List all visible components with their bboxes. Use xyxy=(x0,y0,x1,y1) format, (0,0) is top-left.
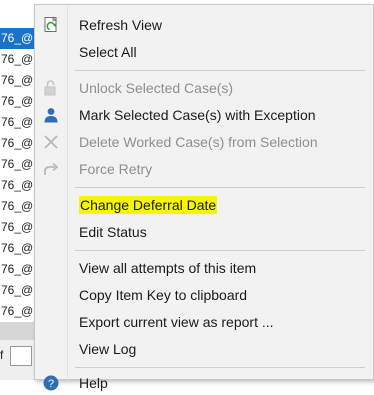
menu-item-help[interactable]: ? Help xyxy=(35,371,373,395)
menu-item-label: View all attempts of this item xyxy=(79,260,257,276)
menu-item-label: Select All xyxy=(79,44,137,60)
close-icon xyxy=(39,130,63,154)
menu-item-label: Refresh View xyxy=(79,17,163,33)
retry-arrow-icon xyxy=(39,157,63,181)
menu-item-label: Force Retry xyxy=(79,161,153,177)
menu-item-change-deferral-date[interactable]: Change Deferral Date xyxy=(35,193,373,217)
menu-item-edit-status[interactable]: Edit Status xyxy=(35,220,373,244)
menu-item-label: Unlock Selected Case(s) xyxy=(79,80,234,96)
menu-item-view-log[interactable]: View Log xyxy=(35,337,373,361)
menu-item-label: Copy Item Key to clipboard xyxy=(79,287,248,303)
menu-item-copy-item-key[interactable]: Copy Item Key to clipboard xyxy=(35,283,373,307)
menu-item-label: Help xyxy=(79,375,108,391)
menu-separator xyxy=(75,250,365,251)
menu-item-label: Edit Status xyxy=(79,224,147,240)
menu-separator xyxy=(75,70,365,71)
unlock-icon xyxy=(39,76,63,100)
menu-item-export-report[interactable]: Export current view as report ... xyxy=(35,310,373,334)
help-icon: ? xyxy=(39,371,63,395)
menu-item-refresh-view[interactable]: Refresh View xyxy=(35,13,373,37)
context-menu: Refresh View Select All Unlock Selected … xyxy=(34,4,374,391)
refresh-view-icon xyxy=(39,13,63,37)
filter-label: f xyxy=(0,348,4,362)
menu-item-delete-worked-cases[interactable]: Delete Worked Case(s) from Selection xyxy=(35,130,373,154)
menu-item-mark-with-exception[interactable]: Mark Selected Case(s) with Exception xyxy=(35,103,373,127)
menu-item-unlock-selected-cases[interactable]: Unlock Selected Case(s) xyxy=(35,76,373,100)
menu-item-label-highlighted: Change Deferral Date xyxy=(79,196,218,214)
menu-separator xyxy=(75,187,365,188)
user-icon xyxy=(39,103,63,127)
menu-item-label: Mark Selected Case(s) with Exception xyxy=(79,107,316,123)
menu-item-label: Delete Worked Case(s) from Selection xyxy=(79,134,318,150)
menu-item-view-all-attempts[interactable]: View all attempts of this item xyxy=(35,256,373,280)
menu-item-select-all[interactable]: Select All xyxy=(35,40,373,64)
menu-item-label: View Log xyxy=(79,341,137,357)
menu-item-force-retry[interactable]: Force Retry xyxy=(35,157,373,181)
menu-separator xyxy=(75,367,365,368)
filter-input[interactable] xyxy=(10,346,32,366)
menu-item-label: Export current view as report ... xyxy=(79,314,274,330)
